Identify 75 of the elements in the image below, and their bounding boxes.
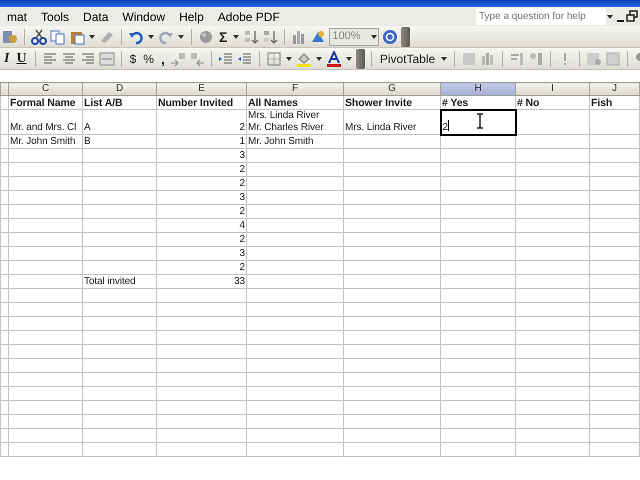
field-heading: Shower Invite [344, 96, 440, 110]
table-cell: 2 [156, 110, 246, 134]
borders-icon[interactable] [266, 50, 282, 66]
menu-item[interactable]: Help [172, 8, 211, 26]
table-cell: Mr. John Smith [8, 134, 82, 148]
help-icon[interactable] [382, 28, 398, 44]
drawing-icon[interactable] [310, 28, 326, 44]
table-cell: B [82, 134, 156, 148]
sort-ascending-icon[interactable] [243, 28, 260, 44]
italic-button[interactable]: I [2, 50, 12, 66]
column-header[interactable]: G [344, 82, 440, 96]
table-cell: Total invited [82, 274, 156, 288]
field-heading: Formal Name [8, 96, 82, 110]
increase-decimal-icon[interactable] [170, 50, 186, 66]
globe-icon[interactable] [198, 28, 214, 44]
table-cell: A [82, 110, 156, 134]
column-header[interactable]: I [516, 82, 590, 96]
field-heading: # Yes [440, 96, 516, 110]
table-cell: Mr. John Smith [246, 134, 344, 148]
table-cell: Mr. and Mrs. Cl [8, 110, 82, 134]
field-heading: Fish [590, 96, 640, 110]
merge-center-icon[interactable] [98, 50, 115, 66]
align-left-icon[interactable] [42, 50, 58, 66]
scissors-icon[interactable] [31, 28, 47, 44]
zoom-value: 100% [332, 29, 361, 44]
column-header[interactable]: F [246, 82, 344, 96]
table-cell: 2 [156, 232, 246, 246]
comma-button[interactable]: , [158, 50, 167, 66]
copy-icon[interactable] [50, 28, 66, 44]
table-cell: 33 [156, 274, 246, 288]
align-center-icon[interactable] [60, 50, 77, 66]
help-search-field[interactable]: Type a question for help [476, 8, 606, 25]
column-header[interactable]: E [156, 82, 246, 96]
underline-button[interactable]: U [14, 50, 29, 66]
table-cell: 4 [156, 218, 246, 232]
table-cell: 2 [156, 176, 246, 190]
research-icon[interactable] [2, 28, 18, 44]
align-right-icon[interactable] [80, 50, 96, 66]
column-header[interactable]: H [440, 82, 516, 96]
table-cell: 2 [156, 204, 246, 218]
percent-button[interactable]: % [141, 50, 156, 66]
fill-color-icon[interactable] [296, 50, 312, 66]
field-heading: All Names [246, 96, 344, 110]
sort-descending-icon[interactable] [262, 28, 278, 44]
field-heading: # No [516, 96, 590, 110]
table-cell: 3 [156, 148, 246, 162]
column-header[interactable]: J [590, 82, 640, 96]
menu-item[interactable]: Data [76, 8, 116, 26]
pivot-table-button[interactable]: PivotTable [378, 50, 438, 66]
field-heading: List A/B [82, 96, 156, 110]
font-color-icon[interactable] [326, 50, 342, 66]
menu-item[interactable]: mat [0, 8, 34, 26]
text-cursor-icon [474, 112, 484, 128]
menu-item[interactable]: Window [115, 8, 172, 26]
active-cell[interactable]: 2 [440, 110, 516, 134]
autosum-button[interactable]: Σ [217, 28, 230, 44]
table-cell: 3 [156, 190, 246, 204]
increase-indent-icon[interactable] [236, 50, 253, 66]
table-cell: 1 [156, 134, 246, 148]
menu-item[interactable]: Tools [34, 8, 76, 26]
decrease-indent-icon[interactable] [218, 50, 234, 66]
restore-icon[interactable] [626, 8, 640, 24]
table-cell: Mrs. Linda River Mr. Charles River [246, 110, 344, 134]
column-header[interactable]: C [8, 82, 82, 96]
field-heading: Number Invited [156, 96, 246, 110]
toolbar-options-handle[interactable] [401, 26, 410, 46]
table-cell: 2 [156, 162, 246, 176]
cell-text: 2 [442, 122, 448, 132]
currency-button[interactable]: $ [128, 50, 138, 66]
menu-item[interactable]: Adobe PDF [210, 8, 287, 26]
decrease-decimal-icon[interactable] [188, 50, 205, 66]
column-header[interactable]: D [82, 82, 156, 96]
table-cell: 2 [156, 260, 246, 274]
table-cell: 3 [156, 246, 246, 260]
toolbar-options-handle[interactable] [356, 48, 365, 68]
